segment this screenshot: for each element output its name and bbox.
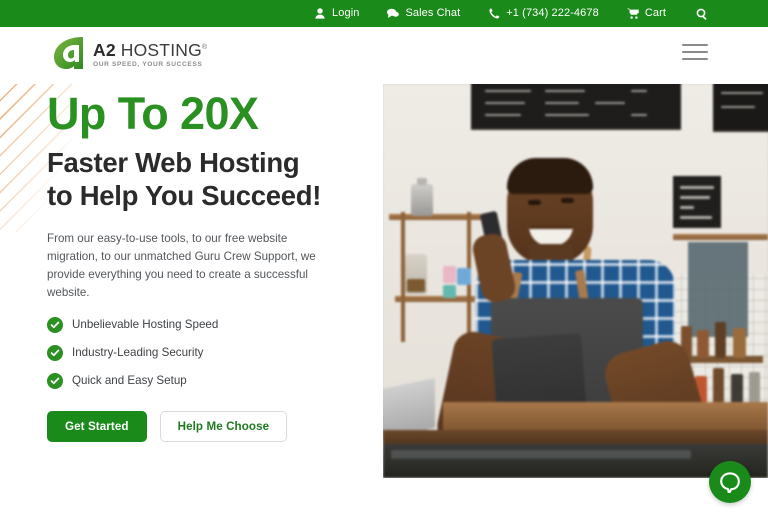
bottle bbox=[713, 368, 724, 404]
check-circle-icon bbox=[47, 317, 63, 333]
feature-label: Industry-Leading Security bbox=[72, 346, 204, 359]
page-root: Login Sales Chat +1 (734) 222-4678 Cart … bbox=[0, 0, 768, 520]
search-icon bbox=[696, 8, 708, 20]
bottle bbox=[749, 372, 760, 404]
bottle bbox=[715, 322, 726, 358]
wall-sign-plaque bbox=[673, 176, 721, 228]
check-circle-icon bbox=[47, 373, 63, 389]
feature-label: Quick and Easy Setup bbox=[72, 374, 187, 387]
bottle bbox=[733, 328, 746, 358]
person-eye-right bbox=[561, 198, 574, 203]
topbar-item-phone[interactable]: +1 (734) 222-4678 bbox=[488, 8, 599, 20]
site-header: A2 HOSTING® OUR SPEED, YOUR SUCCESS bbox=[0, 27, 768, 84]
person-hair bbox=[507, 158, 593, 194]
hero-feature-list: Unbelievable Hosting Speed Industry-Lead… bbox=[47, 317, 377, 389]
list-item: Unbelievable Hosting Speed bbox=[47, 317, 377, 333]
chalkboard-menu-secondary bbox=[713, 84, 768, 132]
get-started-button[interactable]: Get Started bbox=[47, 411, 147, 442]
chalkboard-menu bbox=[471, 84, 681, 130]
top-utility-bar: Login Sales Chat +1 (734) 222-4678 Cart bbox=[0, 0, 768, 27]
blue-cup bbox=[457, 268, 471, 285]
hero-headline-line-2: to Help You Succeed! bbox=[47, 180, 322, 211]
teal-cup bbox=[443, 285, 456, 298]
pink-cup bbox=[443, 266, 456, 283]
list-item: Quick and Easy Setup bbox=[47, 373, 377, 389]
hamburger-bar-2 bbox=[682, 50, 708, 54]
topbar-label-sales-chat: Sales Chat bbox=[405, 7, 461, 19]
logo-wordmark: A2 HOSTING® OUR SPEED, YOUR SUCCESS bbox=[93, 39, 207, 69]
chat-launcher-button[interactable] bbox=[709, 461, 751, 503]
hero-paragraph: From our easy-to-use tools, to our free … bbox=[47, 232, 316, 299]
hamburger-bar-3 bbox=[682, 57, 708, 61]
logo-name-light: HOSTING bbox=[120, 39, 202, 60]
topbar-label-login: Login bbox=[332, 7, 360, 19]
hero-cta-row: Get Started Help Me Choose bbox=[47, 411, 377, 442]
site-logo[interactable]: A2 HOSTING® OUR SPEED, YOUR SUCCESS bbox=[53, 36, 207, 70]
logo-name-bold: A2 bbox=[93, 39, 116, 60]
topbar-search-button[interactable] bbox=[696, 8, 708, 20]
topbar-item-login[interactable]: Login bbox=[314, 8, 359, 20]
hero-headline-accent: Up To 20X bbox=[47, 88, 259, 139]
wooden-counter bbox=[443, 402, 768, 432]
shopping-cart-icon bbox=[626, 8, 639, 20]
wooden-shelf-right bbox=[673, 234, 768, 240]
moka-pot bbox=[411, 178, 433, 216]
user-icon bbox=[314, 8, 326, 20]
wooden-shelf-left-lower bbox=[395, 296, 487, 302]
topbar-label-cart: Cart bbox=[644, 7, 666, 19]
phone-icon bbox=[488, 8, 500, 20]
registered-mark: ® bbox=[201, 44, 208, 52]
feature-label: Unbelievable Hosting Speed bbox=[72, 318, 219, 331]
hamburger-menu-icon[interactable] bbox=[682, 41, 708, 63]
topbar-item-cart[interactable]: Cart bbox=[626, 7, 666, 20]
logo-name: A2 HOSTING® bbox=[93, 39, 207, 59]
hero-headline-line-1: Faster Web Hosting bbox=[47, 147, 300, 178]
chat-launcher-icon bbox=[719, 471, 741, 493]
chat-bubble-icon bbox=[387, 8, 400, 20]
hero-headline: Faster Web Hosting to Help You Succeed! bbox=[47, 146, 377, 212]
hero-image bbox=[383, 84, 768, 478]
list-item: Industry-Leading Security bbox=[47, 345, 377, 361]
person-eye-left bbox=[528, 200, 541, 205]
page-bottom-strip bbox=[0, 478, 768, 520]
hero-content: Up To 20X Faster Web Hosting to Help You… bbox=[47, 88, 377, 442]
glass-jar bbox=[405, 254, 427, 294]
check-circle-icon bbox=[47, 345, 63, 361]
a2-leaf-logo-icon bbox=[53, 36, 86, 70]
help-me-choose-button[interactable]: Help Me Choose bbox=[159, 411, 288, 442]
bottle bbox=[731, 374, 743, 404]
topbar-label-phone: +1 (734) 222-4678 bbox=[506, 7, 599, 19]
topbar-item-sales-chat[interactable]: Sales Chat bbox=[387, 8, 460, 20]
logo-tagline: OUR SPEED, YOUR SUCCESS bbox=[93, 60, 203, 68]
bottle bbox=[697, 330, 709, 358]
hamburger-bar-1 bbox=[682, 43, 708, 47]
